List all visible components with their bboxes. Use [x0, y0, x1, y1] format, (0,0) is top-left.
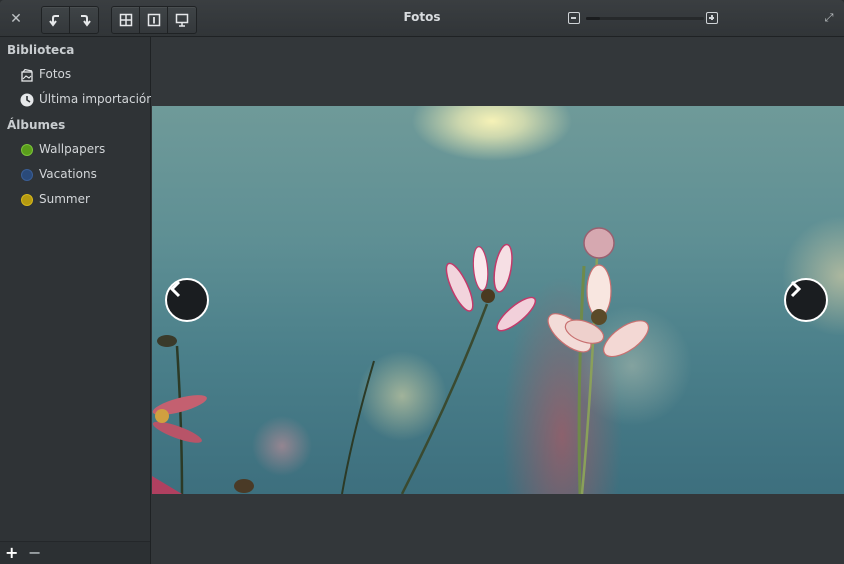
- zoom-control: [568, 11, 718, 25]
- remove-album-button[interactable]: −: [28, 543, 41, 562]
- grid-icon: [119, 13, 132, 27]
- rotate-left-icon: [48, 15, 59, 27]
- header-bar: ✕ Fotos ⤢: [0, 0, 844, 37]
- zoom-in-icon[interactable]: [706, 12, 718, 24]
- photos-icon: [21, 68, 33, 82]
- clock-icon: [20, 93, 34, 107]
- grid-view-button[interactable]: [112, 7, 140, 33]
- sidebar-item-label: Fotos: [39, 67, 72, 81]
- view-button-group: [111, 6, 197, 34]
- chevron-right-icon: [790, 280, 802, 298]
- rotate-button-group: [41, 6, 99, 34]
- sidebar-item-vacations[interactable]: Vacations: [0, 164, 150, 186]
- sidebar-item-label: Summer: [39, 192, 90, 206]
- sidebar-footer: + −: [0, 541, 150, 564]
- zoom-slider[interactable]: [586, 17, 704, 20]
- sidebar-item-label: Wallpapers: [39, 142, 106, 156]
- flower-illustration: [152, 227, 650, 494]
- slideshow-button[interactable]: [168, 7, 196, 33]
- slideshow-icon: [175, 13, 189, 27]
- sidebar: Biblioteca Fotos Última importación Álbu…: [0, 37, 154, 564]
- sidebar-item-last-import[interactable]: Última importación: [0, 89, 154, 111]
- sidebar-item-summer[interactable]: Summer: [0, 189, 150, 211]
- sidebar-item-label: Última importación: [39, 92, 154, 106]
- close-button[interactable]: ✕: [6, 9, 26, 29]
- album-color-dot: [21, 194, 33, 206]
- chevron-left-icon: [169, 280, 181, 298]
- library-header: Biblioteca: [7, 43, 75, 57]
- photos-window: ✕ Fotos ⤢ Biblioteca Fotos Última import…: [0, 0, 844, 564]
- next-photo-button[interactable]: [784, 278, 828, 322]
- info-icon: [147, 13, 160, 27]
- maximize-button[interactable]: ⤢: [822, 11, 836, 25]
- rotate-right-button[interactable]: [70, 7, 98, 33]
- add-album-button[interactable]: +: [5, 543, 18, 562]
- zoom-out-icon[interactable]: [568, 12, 580, 24]
- rotate-left-button[interactable]: [42, 7, 70, 33]
- zoom-slider-fill: [586, 17, 601, 20]
- previous-photo-button[interactable]: [165, 278, 209, 322]
- photo-viewer: [151, 37, 844, 564]
- rotate-right-icon: [81, 15, 91, 27]
- sidebar-item-photos[interactable]: Fotos: [0, 64, 150, 86]
- album-color-dot: [21, 144, 33, 156]
- sidebar-item-label: Vacations: [39, 167, 97, 181]
- album-color-dot: [21, 169, 33, 181]
- albums-header: Álbumes: [7, 118, 66, 132]
- info-button[interactable]: [140, 7, 168, 33]
- photo-image: [152, 106, 844, 494]
- sidebar-item-wallpapers[interactable]: Wallpapers: [0, 139, 150, 161]
